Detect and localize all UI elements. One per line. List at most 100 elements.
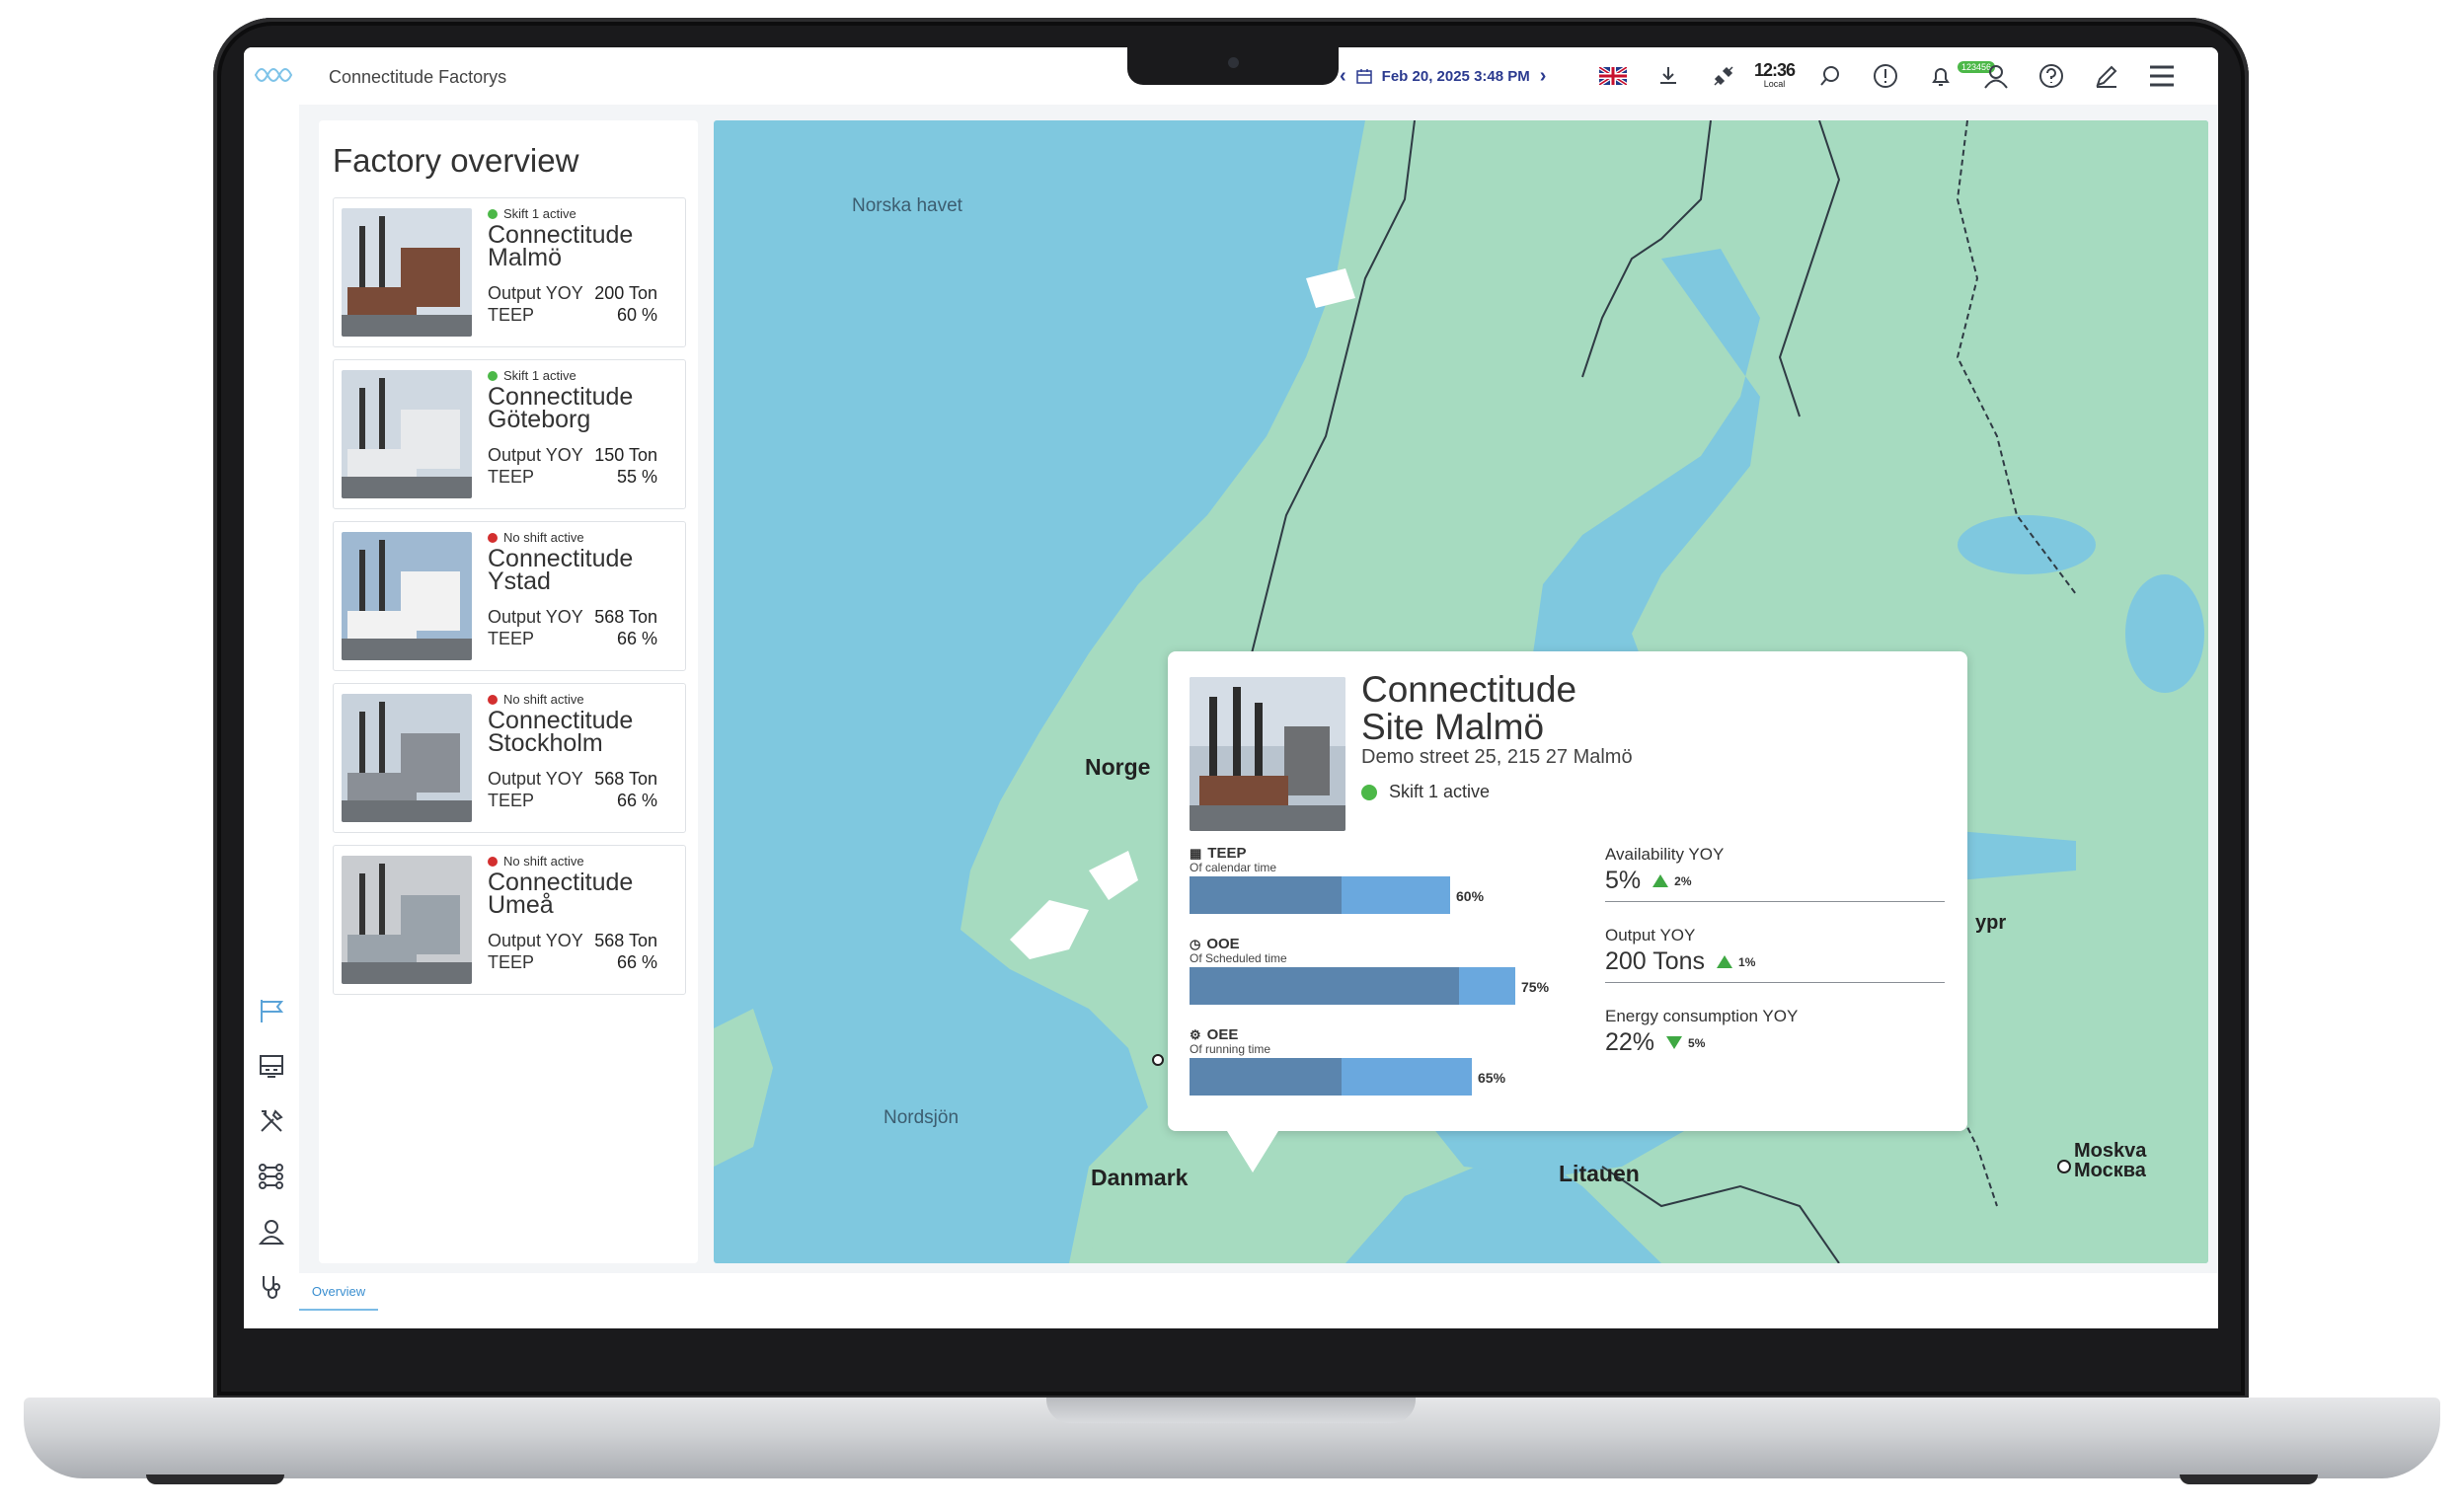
- chevron-right-icon[interactable]: ›: [1540, 65, 1547, 88]
- dashboard-screen-icon[interactable]: [254, 1048, 289, 1084]
- arrow-down-icon: [1666, 1036, 1683, 1049]
- notification-bell-icon[interactable]: [1924, 59, 1958, 93]
- output-label: Output YOY: [488, 283, 583, 303]
- shift-status: No shift active: [488, 692, 584, 707]
- status-dot: [488, 370, 498, 381]
- hamburger-menu-icon[interactable]: [2145, 59, 2179, 93]
- teep-label: TEEP: [488, 952, 535, 972]
- laptop-screen: Connectitude Factorys ‹ Feb 20, 2025 3:4…: [244, 47, 2218, 1328]
- yoy-value: 5%: [1605, 867, 1642, 894]
- status-dot: [488, 694, 498, 705]
- shift-status: Skift 1 active: [488, 368, 576, 383]
- current-date[interactable]: Feb 20, 2025 3:48 PM: [1382, 68, 1530, 85]
- metric-bar: 60%: [1190, 876, 1515, 914]
- map-label-moscow: Moskva Москва: [2074, 1140, 2147, 1181]
- user-icon[interactable]: [254, 1214, 289, 1249]
- metric-sublabel: Of calendar time: [1190, 861, 1277, 874]
- user-profile-icon[interactable]: [1979, 59, 2013, 93]
- metric-header: ⚙ OEE: [1190, 1026, 1515, 1043]
- teep-label: TEEP: [488, 467, 535, 487]
- metric-value: 65%: [1478, 1070, 1506, 1086]
- tab-overview[interactable]: Overview: [299, 1273, 378, 1311]
- teep-label: TEEP: [488, 629, 535, 648]
- output-value: 200 Ton: [594, 283, 657, 303]
- uk-flag-icon[interactable]: [1596, 59, 1630, 93]
- flag-icon[interactable]: [254, 993, 289, 1028]
- shift-status: No shift active: [488, 530, 584, 545]
- map-label-norway: Norge: [1085, 754, 1151, 780]
- factory-card[interactable]: No shift active Connectitude Umeå Output Y…: [333, 845, 686, 995]
- yoy-delta: 1%: [1717, 955, 1755, 969]
- output-value: 568 Ton: [594, 607, 657, 627]
- factory-photo: [342, 856, 472, 984]
- teep-row: TEEP 66 %: [488, 791, 657, 811]
- map-label-partial: ypr: [1975, 912, 2007, 934]
- yoy-stat: Availability YOY 5% 2%: [1605, 845, 1945, 902]
- teep-value: 66 %: [616, 952, 657, 972]
- factory-card[interactable]: Skift 1 active Connectitude Malmö Output Y…: [333, 197, 686, 347]
- app-logo-icon[interactable]: [250, 59, 299, 89]
- metric-value: 60%: [1456, 888, 1485, 904]
- arrow-up-icon: [1717, 955, 1733, 968]
- shift-label: No shift active: [503, 854, 584, 869]
- help-icon[interactable]: [2035, 59, 2068, 93]
- output-label: Output YOY: [488, 607, 583, 627]
- laptop-foot: [2180, 1474, 2318, 1484]
- output-row: Output YOY 568 Ton: [488, 931, 657, 951]
- yoy-delta-value: 5%: [1688, 1035, 1706, 1050]
- metric-value: 75%: [1521, 979, 1550, 995]
- yoy-value: 200 Tons: [1605, 947, 1706, 975]
- factory-card[interactable]: No shift active Connectitude Ystad Output …: [333, 521, 686, 671]
- yoy-value: 22%: [1605, 1028, 1655, 1056]
- factory-photo: [342, 208, 472, 337]
- metric-label: OEE: [1206, 1026, 1239, 1043]
- factory-card[interactable]: Skift 1 active Connectitude Göteborg Outpu…: [333, 359, 686, 509]
- yoy-delta-value: 2%: [1674, 873, 1692, 888]
- add-widget-grid-icon[interactable]: [254, 1324, 289, 1328]
- arrow-up-icon: [1652, 874, 1669, 887]
- yoy-delta-value: 1%: [1738, 954, 1756, 969]
- output-label: Output YOY: [488, 769, 583, 789]
- chevron-left-icon[interactable]: ‹: [1340, 65, 1346, 88]
- status-dot: [1361, 784, 1377, 800]
- metric-header: ▦ TEEP: [1190, 845, 1515, 862]
- hierarchy-tree-icon[interactable]: [254, 1159, 289, 1194]
- map-view[interactable]: Norska havet Nordsjön Norge Danmark Lita…: [714, 120, 2208, 1263]
- teep-row: TEEP 60 %: [488, 305, 657, 326]
- yoy-delta: 2%: [1652, 874, 1691, 888]
- connection-plug-icon[interactable]: [1707, 59, 1740, 93]
- tools-icon[interactable]: [254, 1103, 289, 1139]
- metric-bar-inner: [1190, 1058, 1342, 1096]
- camera-notch: [1127, 47, 1339, 85]
- search-icon[interactable]: [1813, 59, 1847, 93]
- download-icon[interactable]: [1652, 59, 1685, 93]
- site-shift-label: Skift 1 active: [1389, 782, 1491, 801]
- shift-status: Skift 1 active: [488, 206, 576, 221]
- stethoscope-icon[interactable]: [254, 1269, 289, 1305]
- clock[interactable]: 12:36 Local: [1754, 61, 1796, 89]
- panel-title: Factory overview: [333, 142, 579, 179]
- alert-icon[interactable]: [1869, 59, 1902, 93]
- app-title: Connectitude Factorys: [329, 67, 507, 87]
- output-label: Output YOY: [488, 931, 583, 950]
- shift-label: Skift 1 active: [503, 368, 576, 383]
- yoy-value-row: 200 Tons 1%: [1605, 947, 1945, 976]
- clock-timezone: Local: [1763, 79, 1786, 89]
- metric-label: TEEP: [1207, 845, 1247, 862]
- left-navigation-rail: [244, 105, 300, 1328]
- metric-teep: ▦ TEEP Of calendar time 60%: [1190, 845, 1515, 914]
- site-info-popup[interactable]: Connectitude Site Malmö Demo street 25, …: [1168, 651, 1967, 1172]
- factory-name: Connectitude Ystad: [488, 545, 634, 595]
- metric-label: OOE: [1206, 936, 1240, 952]
- site-title-line1: Connectitude: [1361, 669, 1577, 710]
- site-photo: [1190, 677, 1345, 831]
- map-label-denmark: Danmark: [1091, 1165, 1189, 1190]
- calendar-icon[interactable]: [1355, 68, 1372, 84]
- output-row: Output YOY 200 Ton: [488, 283, 657, 304]
- edit-pencil-icon[interactable]: [2090, 59, 2123, 93]
- teep-value: 55 %: [616, 467, 657, 487]
- yoy-label: Availability YOY: [1605, 845, 1725, 864]
- factory-card[interactable]: No shift active Connectitude Stockholm Out…: [333, 683, 686, 833]
- shift-label: Skift 1 active: [503, 206, 576, 221]
- metric-bar-inner: [1190, 876, 1342, 914]
